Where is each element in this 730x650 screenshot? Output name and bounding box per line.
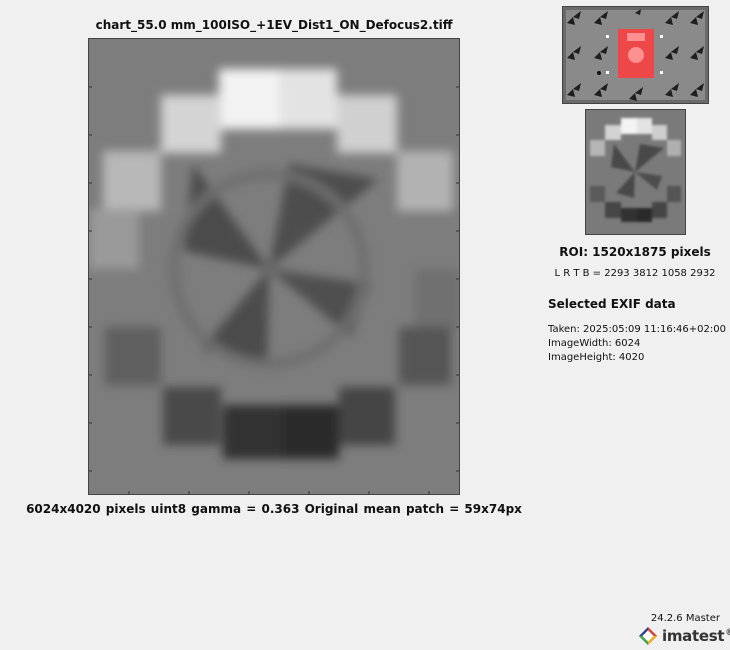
roi-bounds: L R T B = 2293 3812 1058 2932 (554, 268, 716, 279)
image-title: chart_55.0 mm_100ISO_+1EV_Dist1_ON_Defoc… (95, 18, 453, 32)
imatest-logo-icon (639, 627, 657, 645)
roi-title: ROI: 1520x1875 pixels (559, 245, 711, 259)
main-image-view[interactable] (88, 38, 460, 495)
full-chart-thumbnail[interactable] (562, 6, 709, 104)
logo-wordmark: imatest (662, 627, 725, 645)
image-caption: 6024x4020 pixels uint8 gamma = 0.363 Ori… (26, 502, 522, 516)
exif-image-width: ImageWidth: 6024 (548, 338, 641, 349)
roi-thumbnail[interactable] (585, 109, 686, 235)
exif-heading: Selected EXIF data (548, 297, 676, 311)
logo-registered-mark: ® (725, 628, 730, 638)
exif-taken: Taken: 2025:05:09 11:16:46+02:00 (548, 324, 726, 335)
imatest-logo: imatest® (638, 625, 730, 647)
roi-thumbnail-image (586, 110, 685, 234)
full-chart-thumbnail-image (563, 7, 708, 103)
version-label: 24.2.6 Master (650, 613, 720, 624)
defocused-chart-image (89, 39, 459, 494)
exif-image-height: ImageHeight: 4020 (548, 352, 645, 363)
